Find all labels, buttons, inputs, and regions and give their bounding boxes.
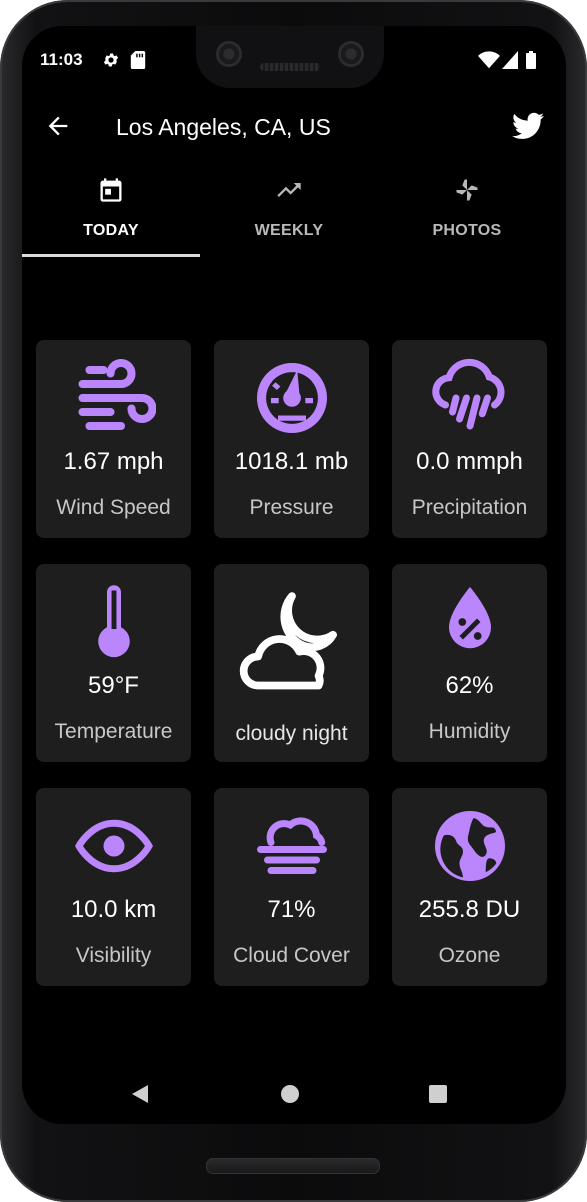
home-circle-icon[interactable]	[280, 1084, 300, 1104]
eye-icon	[75, 819, 153, 873]
tab-weekly[interactable]: WEEKLY	[200, 172, 378, 256]
status-time: 11:03	[40, 50, 83, 69]
status-bar: 11:03	[22, 50, 566, 72]
card-value: 255.8 DU	[418, 896, 521, 923]
card-temperature: 59°F Temperature	[36, 564, 191, 762]
humidity-drop-icon	[449, 587, 491, 649]
tab-label: TODAY	[83, 222, 139, 239]
card-humidity: 62% Humidity	[392, 564, 547, 762]
gear-icon	[103, 53, 119, 67]
card-label: Visibility	[75, 944, 152, 967]
sd-card-icon	[130, 51, 146, 69]
card-value: 62%	[445, 672, 494, 699]
arrow-back-icon[interactable]	[44, 112, 72, 140]
card-label: Pressure	[249, 496, 334, 519]
screen: 11:03 Los Angeles, CA, US TODAY WEEKLY P…	[22, 26, 566, 1124]
calendar-icon	[100, 178, 122, 202]
tab-indicator	[22, 254, 200, 257]
gauge-icon	[257, 363, 327, 433]
card-value: 59°F	[88, 672, 139, 699]
card-visibility: 10.0 km Visibility	[36, 788, 191, 986]
trending-up-icon	[277, 183, 301, 197]
rain-cloud-icon	[432, 358, 505, 430]
card-precipitation: 0.0 mmph Precipitation	[392, 340, 547, 538]
card-label: Wind Speed	[56, 496, 171, 519]
globe-icon	[435, 811, 505, 881]
back-triangle-icon[interactable]	[130, 1084, 150, 1104]
wifi-icon	[478, 51, 500, 69]
wind-icon	[78, 359, 156, 431]
tab-label: WEEKLY	[254, 222, 324, 239]
card-label: Ozone	[438, 944, 501, 967]
tab-bar: TODAY WEEKLY PHOTOS	[22, 172, 566, 257]
app-bar: Los Angeles, CA, US	[22, 102, 566, 152]
tab-today[interactable]: TODAY	[22, 172, 200, 257]
card-condition: cloudy night	[214, 564, 369, 762]
system-nav-bar	[22, 1076, 566, 1116]
card-label: Cloud Cover	[233, 944, 350, 967]
card-wind-speed: 1.67 mph Wind Speed	[36, 340, 191, 538]
twitter-icon[interactable]	[512, 111, 544, 141]
card-value: 10.0 km	[70, 896, 157, 923]
card-value: 71%	[267, 896, 316, 923]
card-value: 0.0 mmph	[416, 448, 523, 475]
card-label: Precipitation	[411, 496, 528, 519]
battery-icon	[526, 51, 536, 69]
card-cloud-cover: 71% Cloud Cover	[214, 788, 369, 986]
pinwheel-icon	[456, 179, 478, 201]
thermometer-icon	[98, 585, 130, 658]
card-label: Humidity	[428, 720, 511, 743]
fog-cloud-icon	[257, 817, 327, 874]
tab-photos[interactable]: PHOTOS	[378, 172, 556, 256]
page-title: Los Angeles, CA, US	[116, 114, 331, 140]
bottom-speaker	[206, 1158, 380, 1174]
signal-icon	[502, 51, 518, 69]
tab-label: PHOTOS	[432, 222, 502, 239]
cloudy-night-icon	[239, 592, 337, 690]
card-label: cloudy night	[235, 722, 348, 745]
recents-square-icon[interactable]	[428, 1084, 448, 1104]
phone-frame: 11:03 Los Angeles, CA, US TODAY WEEKLY P…	[0, 0, 587, 1202]
card-pressure: 1018.1 mb Pressure	[214, 340, 369, 538]
card-ozone: 255.8 DU Ozone	[392, 788, 547, 986]
card-label: Temperature	[54, 720, 173, 743]
card-value: 1018.1 mb	[234, 448, 349, 475]
card-value: 1.67 mph	[63, 448, 164, 475]
